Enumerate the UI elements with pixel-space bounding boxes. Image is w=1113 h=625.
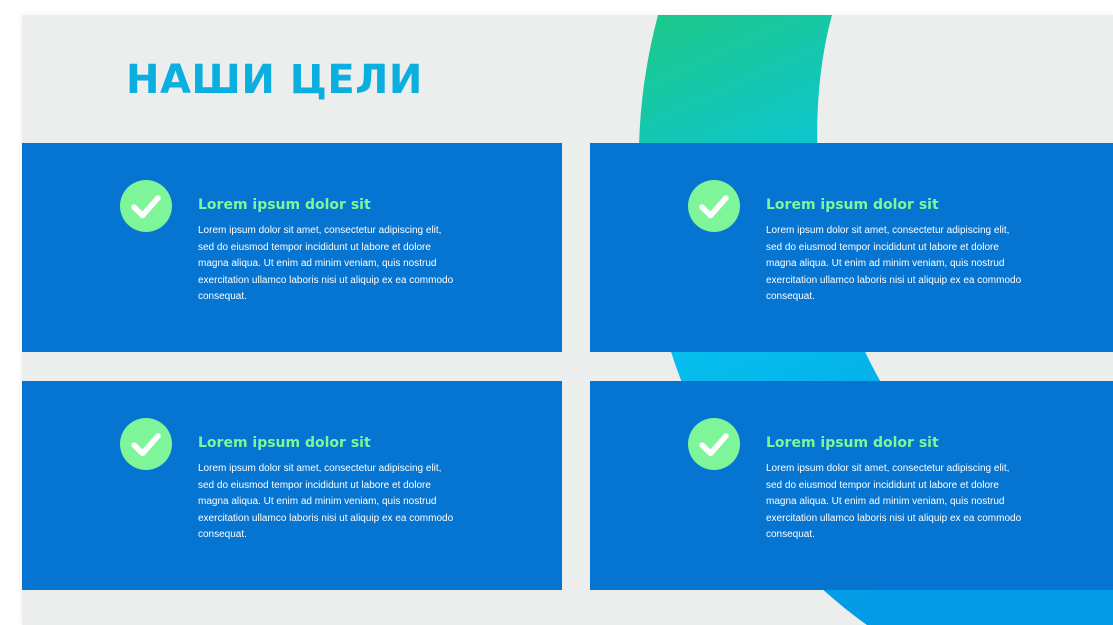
check-circle-icon (688, 418, 740, 470)
page-title: НАШИ ЦЕЛИ (126, 57, 423, 103)
goal-card: Lorem ipsum dolor sit Lorem ipsum dolor … (590, 143, 1113, 352)
card-text: Lorem ipsum dolor sit amet, consectetur … (198, 225, 454, 302)
check-circle-icon (688, 180, 740, 232)
goal-card: Lorem ipsum dolor sit Lorem ipsum dolor … (590, 381, 1113, 590)
card-text: Lorem ipsum dolor sit amet, consectetur … (198, 463, 454, 540)
card-title: Lorem ipsum dolor sit (766, 197, 939, 213)
goal-card: Lorem ipsum dolor sit Lorem ipsum dolor … (22, 143, 562, 352)
check-circle-icon (120, 180, 172, 232)
card-title: Lorem ipsum dolor sit (766, 435, 939, 451)
card-title: Lorem ipsum dolor sit (198, 435, 371, 451)
card-text: Lorem ipsum dolor sit amet, consectetur … (766, 225, 1022, 302)
card-text: Lorem ipsum dolor sit amet, consectetur … (766, 463, 1022, 540)
check-circle-icon (120, 418, 172, 470)
slide: НАШИ ЦЕЛИ Lorem ipsum dolor sit Lorem ip… (22, 15, 1113, 625)
goal-card: Lorem ipsum dolor sit Lorem ipsum dolor … (22, 381, 562, 590)
card-title: Lorem ipsum dolor sit (198, 197, 371, 213)
